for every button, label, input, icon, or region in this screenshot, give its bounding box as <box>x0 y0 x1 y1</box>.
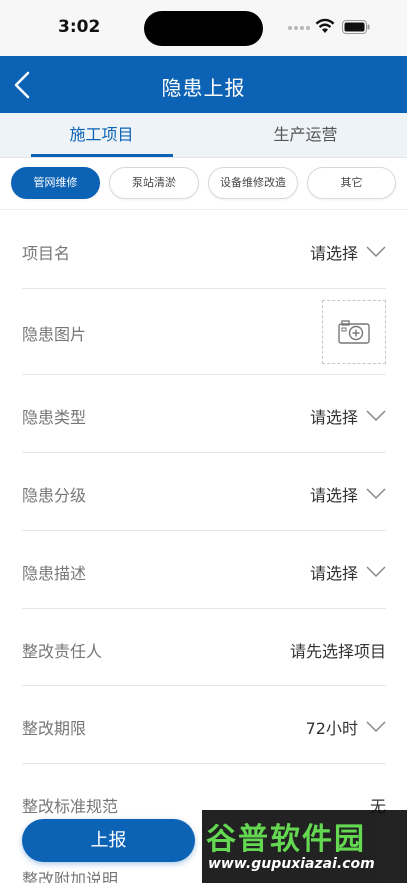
chip-pipe-repair[interactable]: 管网维修 <box>11 167 100 199</box>
battery-icon <box>342 20 370 34</box>
project-select[interactable]: 请选择 <box>310 240 386 264</box>
chip-equipment-renovation[interactable]: 设备维修改造 <box>208 167 298 199</box>
navbar: 隐患上报 <box>0 56 407 113</box>
chevron-down-icon <box>366 246 386 258</box>
report-form: 项目名 请选择 隐患图片 隐患类型 请选择 隐患分级 请选择 隐患描述 请选择 … <box>22 210 386 824</box>
image-label: 隐患图片 <box>22 325 87 344</box>
signal-icon <box>288 26 312 32</box>
project-label: 项目名 <box>22 244 71 263</box>
chevron-down-icon <box>366 566 386 578</box>
deadline-select[interactable]: 72小时 <box>306 715 386 739</box>
camera-add-icon <box>338 320 370 344</box>
tab-construction-project[interactable]: 施工项目 <box>0 113 203 158</box>
chip-other[interactable]: 其它 <box>307 167 396 199</box>
hazard-desc-value: 请选择 <box>309 564 358 583</box>
form-row-project[interactable]: 项目名 请选择 <box>22 210 386 289</box>
tab-bar: 施工项目 生产运营 <box>0 113 407 158</box>
submit-button[interactable]: 上报 <box>22 819 195 862</box>
chevron-down-icon <box>366 488 386 500</box>
form-row-hazard-type[interactable]: 隐患类型 请选择 <box>22 375 386 453</box>
hazard-type-select[interactable]: 请选择 <box>310 404 386 428</box>
deadline-label: 整改期限 <box>22 719 87 738</box>
form-row-deadline[interactable]: 整改期限 72小时 <box>22 686 386 764</box>
hazard-level-label: 隐患分级 <box>22 486 87 505</box>
photo-upload[interactable] <box>322 300 386 364</box>
hazard-desc-label: 隐患描述 <box>22 564 87 583</box>
project-value: 请选择 <box>309 244 358 263</box>
chip-pump-dredging[interactable]: 泵站清淤 <box>109 167 199 199</box>
dynamic-island <box>144 11 263 46</box>
status-time: 3:02 <box>58 17 101 37</box>
form-row-rectify-owner[interactable]: 整改责任人 请先选择项目 <box>22 609 386 686</box>
watermark-logo: 谷普软件园 www.gupuxiazai.com <box>202 810 407 883</box>
watermark-url: www.gupuxiazai.com <box>208 856 375 872</box>
chevron-down-icon <box>366 721 386 733</box>
hazard-desc-select[interactable]: 请选择 <box>310 560 386 584</box>
extra-note-label: 整改附加说明 <box>22 870 119 883</box>
form-row-hazard-level[interactable]: 隐患分级 请选择 <box>22 453 386 531</box>
active-tab-indicator <box>31 154 173 157</box>
deadline-value: 72小时 <box>305 719 358 738</box>
status-bar: 3:02 <box>0 0 407 56</box>
hazard-level-select[interactable]: 请选择 <box>310 482 386 506</box>
chevron-down-icon <box>366 410 386 422</box>
form-row-hazard-desc[interactable]: 隐患描述 请选择 <box>22 531 386 609</box>
wifi-icon <box>315 18 335 33</box>
category-chips: 管网维修 泵站清淤 设备维修改造 其它 <box>0 158 407 210</box>
standard-label: 整改标准规范 <box>22 797 119 816</box>
tab-production-operation[interactable]: 生产运营 <box>204 113 407 158</box>
hazard-type-label: 隐患类型 <box>22 408 87 427</box>
page-title: 隐患上报 <box>161 76 246 100</box>
rectify-owner-value[interactable]: 请先选择项目 <box>290 638 386 662</box>
form-row-image: 隐患图片 <box>22 289 386 375</box>
watermark-title: 谷普软件园 <box>206 822 366 857</box>
hazard-level-value: 请选择 <box>309 486 358 505</box>
hazard-type-value: 请选择 <box>309 408 358 427</box>
rectify-owner-label: 整改责任人 <box>22 642 103 661</box>
